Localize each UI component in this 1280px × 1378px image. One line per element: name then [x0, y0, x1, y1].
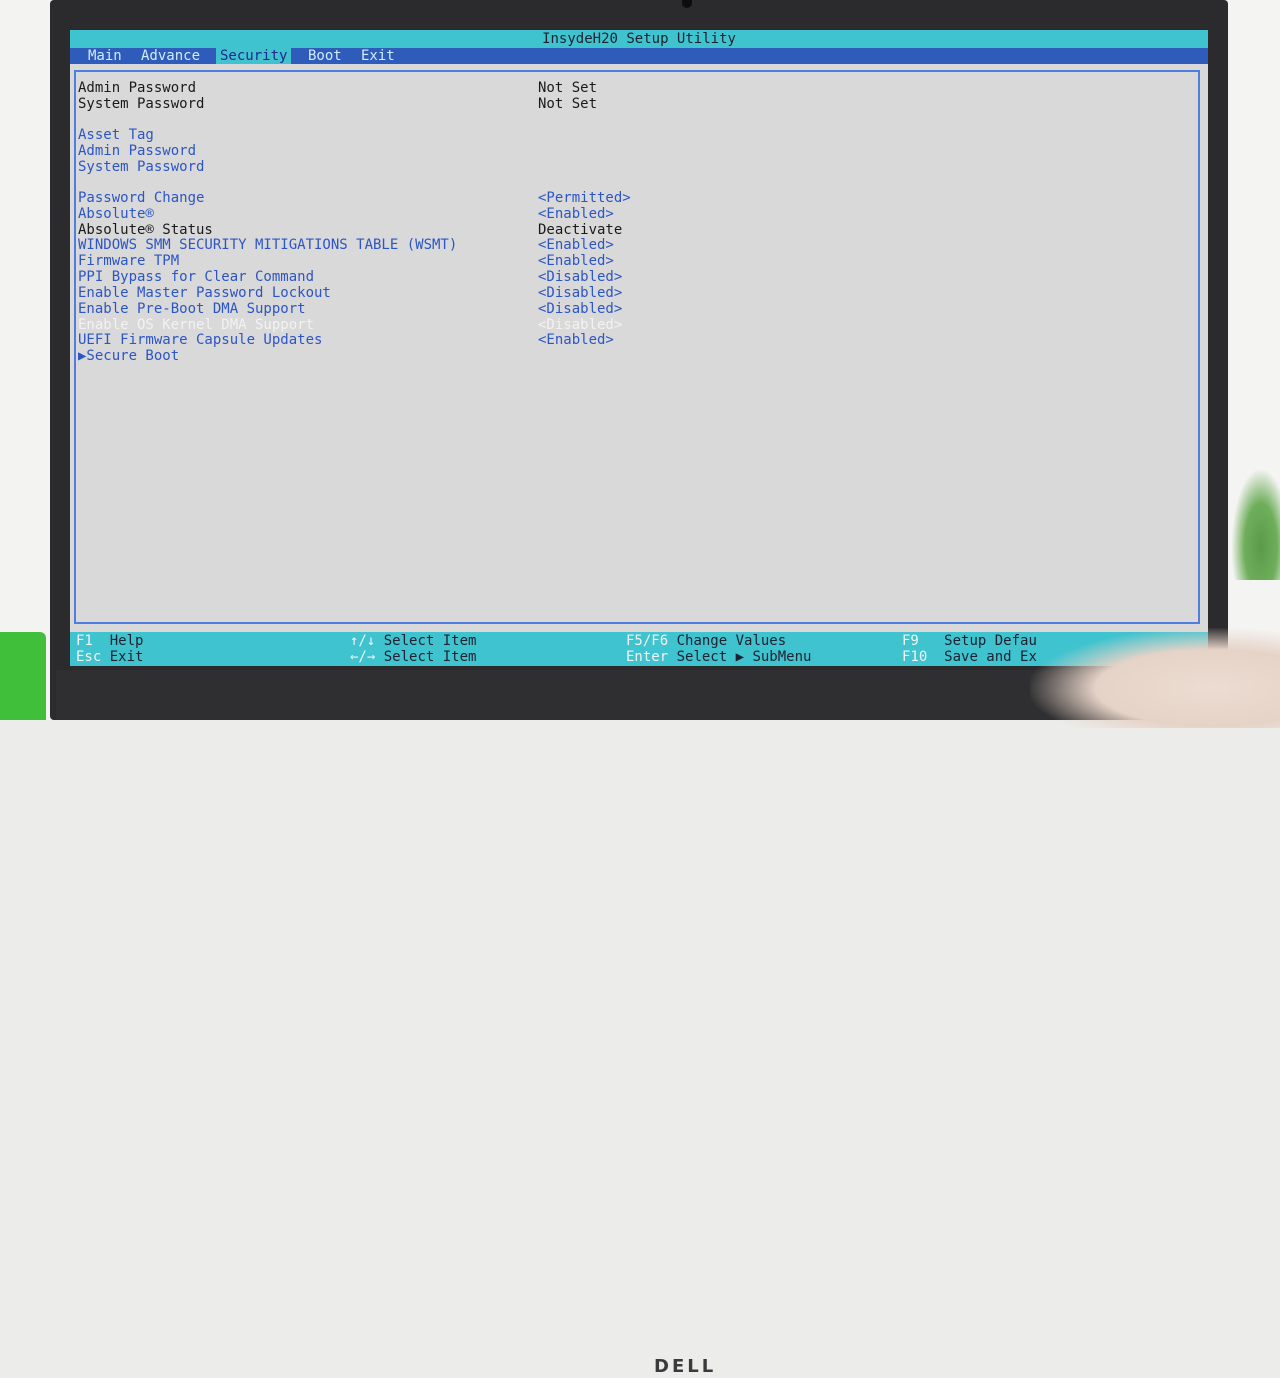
hint-action: Change Values	[676, 633, 787, 649]
setting-row-set-system-password[interactable]: System Password	[78, 159, 204, 175]
title-bar: InsydeH20 Setup Utility	[70, 30, 1208, 48]
hint-action: Select Item	[383, 633, 477, 649]
setting-row-capsule-updates[interactable]: UEFI Firmware Capsule Updates <Enabled>	[78, 332, 614, 348]
setting-value[interactable]: <Disabled>	[538, 269, 622, 285]
setting-value[interactable]: <Enabled>	[538, 332, 614, 348]
hint-key: F9	[902, 633, 919, 649]
tab-exit[interactable]: Exit	[357, 48, 399, 64]
setting-row-set-admin-password[interactable]: Admin Password	[78, 143, 196, 159]
setting-label: System Password	[78, 96, 205, 112]
hint-action: Save and Ex	[944, 649, 1037, 665]
setting-label[interactable]: Admin Password	[78, 143, 196, 159]
setting-row-absolute-status: Absolute® Status Deactivate	[78, 222, 622, 238]
setting-row-system-password-status: System Password Not Set	[78, 96, 597, 112]
setting-row-wsmt[interactable]: WINDOWS SMM SECURITY MITIGATIONS TABLE (…	[78, 237, 614, 253]
green-object	[0, 632, 46, 720]
setting-value[interactable]: <Enabled>	[538, 237, 614, 253]
setting-label[interactable]: PPI Bypass for Clear Command	[78, 269, 314, 285]
setting-value[interactable]: <Disabled>	[538, 285, 622, 301]
hint-save-exit: F10 Save and Ex	[902, 649, 1037, 665]
hint-key: ↑/↓	[350, 633, 376, 649]
window-title: InsydeH20 Setup Utility	[542, 31, 736, 47]
setting-label: Admin Password	[78, 80, 197, 96]
setting-row-absolute[interactable]: Absolute® <Enabled>	[78, 206, 614, 222]
hint-key: F1	[76, 633, 93, 649]
setting-label[interactable]: UEFI Firmware Capsule Updates	[78, 332, 322, 348]
hint-action: Help	[109, 633, 144, 649]
setting-row-preboot-dma[interactable]: Enable Pre-Boot DMA Support <Disabled>	[78, 301, 622, 317]
tab-advance[interactable]: Advance	[137, 48, 204, 64]
tab-security[interactable]: Security	[216, 48, 292, 64]
setting-value[interactable]: <Disabled>	[538, 317, 622, 333]
bios-screen: InsydeH20 Setup Utility Main Advance Sec…	[70, 30, 1208, 666]
setting-value[interactable]: <Enabled>	[538, 206, 614, 222]
setting-label[interactable]: Asset Tag	[78, 127, 154, 143]
hint-action: Select ▶ SubMenu	[676, 649, 812, 665]
setting-value: Deactivate	[538, 222, 623, 238]
setting-value[interactable]: <Enabled>	[538, 253, 614, 269]
wall-background-right	[1228, 0, 1280, 720]
setting-label[interactable]: Enable Pre-Boot DMA Support	[78, 301, 306, 317]
hand-in-frame	[1030, 628, 1280, 728]
submenu-secure-boot[interactable]: ▶Secure Boot	[78, 348, 179, 364]
hint-select-submenu: Enter Select ▶ SubMenu	[626, 649, 811, 665]
setting-label: Absolute® Status	[78, 222, 213, 238]
setting-row-master-password-lockout[interactable]: Enable Master Password Lockout <Disabled…	[78, 285, 622, 301]
hint-select-item-horizontal: ←/→ Select Item	[350, 649, 476, 665]
hint-key: F5/F6	[626, 633, 669, 649]
setting-row-secure-boot[interactable]: ▶Secure Boot	[78, 348, 179, 364]
hint-key: ←/→	[350, 649, 376, 665]
hint-key: Enter	[626, 649, 669, 665]
wall-background	[0, 0, 50, 720]
hint-setup-defaults: F9 Setup Defau	[902, 633, 1037, 649]
laptop-logo: DELL	[654, 1356, 717, 1377]
menu-bar: Main Advance Security Boot Exit	[70, 48, 1208, 64]
plant-decoration	[1232, 470, 1280, 580]
setting-label[interactable]: Absolute®	[78, 206, 154, 222]
setting-row-ppi-bypass[interactable]: PPI Bypass for Clear Command <Disabled>	[78, 269, 622, 285]
hint-help: F1 Help	[76, 633, 143, 649]
setting-row-firmware-tpm[interactable]: Firmware TPM <Enabled>	[78, 253, 614, 269]
hint-key: F10	[902, 649, 928, 665]
tab-boot[interactable]: Boot	[304, 48, 346, 64]
setting-value: Not Set	[538, 96, 598, 112]
setting-label[interactable]: Password Change	[78, 190, 204, 206]
setting-label[interactable]: Firmware TPM	[78, 253, 179, 269]
hint-action: Exit	[109, 649, 144, 665]
tab-main[interactable]: Main	[84, 48, 126, 64]
hint-exit: Esc Exit	[76, 649, 143, 665]
setting-value[interactable]: <Disabled>	[538, 301, 622, 317]
setting-label[interactable]: System Password	[78, 159, 204, 175]
hint-key: Esc	[76, 649, 102, 665]
hint-select-item-vertical: ↑/↓ Select Item	[350, 633, 476, 649]
hint-change-values: F5/F6 Change Values	[626, 633, 786, 649]
setting-value: Not Set	[538, 80, 598, 96]
setting-value[interactable]: <Permitted>	[538, 190, 631, 206]
setting-row-password-change[interactable]: Password Change <Permitted>	[78, 190, 631, 206]
hint-action: Select Item	[383, 649, 477, 665]
setting-row-admin-password-status: Admin Password Not Set	[78, 80, 597, 96]
setting-label[interactable]: Enable Master Password Lockout	[78, 285, 331, 301]
setting-row-asset-tag[interactable]: Asset Tag	[78, 127, 154, 143]
hint-action: Setup Defau	[944, 633, 1037, 649]
setting-label[interactable]: Enable OS Kernel DMA Support	[78, 317, 314, 333]
webcam-icon	[682, 0, 692, 8]
setting-row-os-kernel-dma-selected[interactable]: Enable OS Kernel DMA Support <Disabled>	[78, 317, 622, 333]
setting-label[interactable]: WINDOWS SMM SECURITY MITIGATIONS TABLE (…	[78, 237, 457, 253]
